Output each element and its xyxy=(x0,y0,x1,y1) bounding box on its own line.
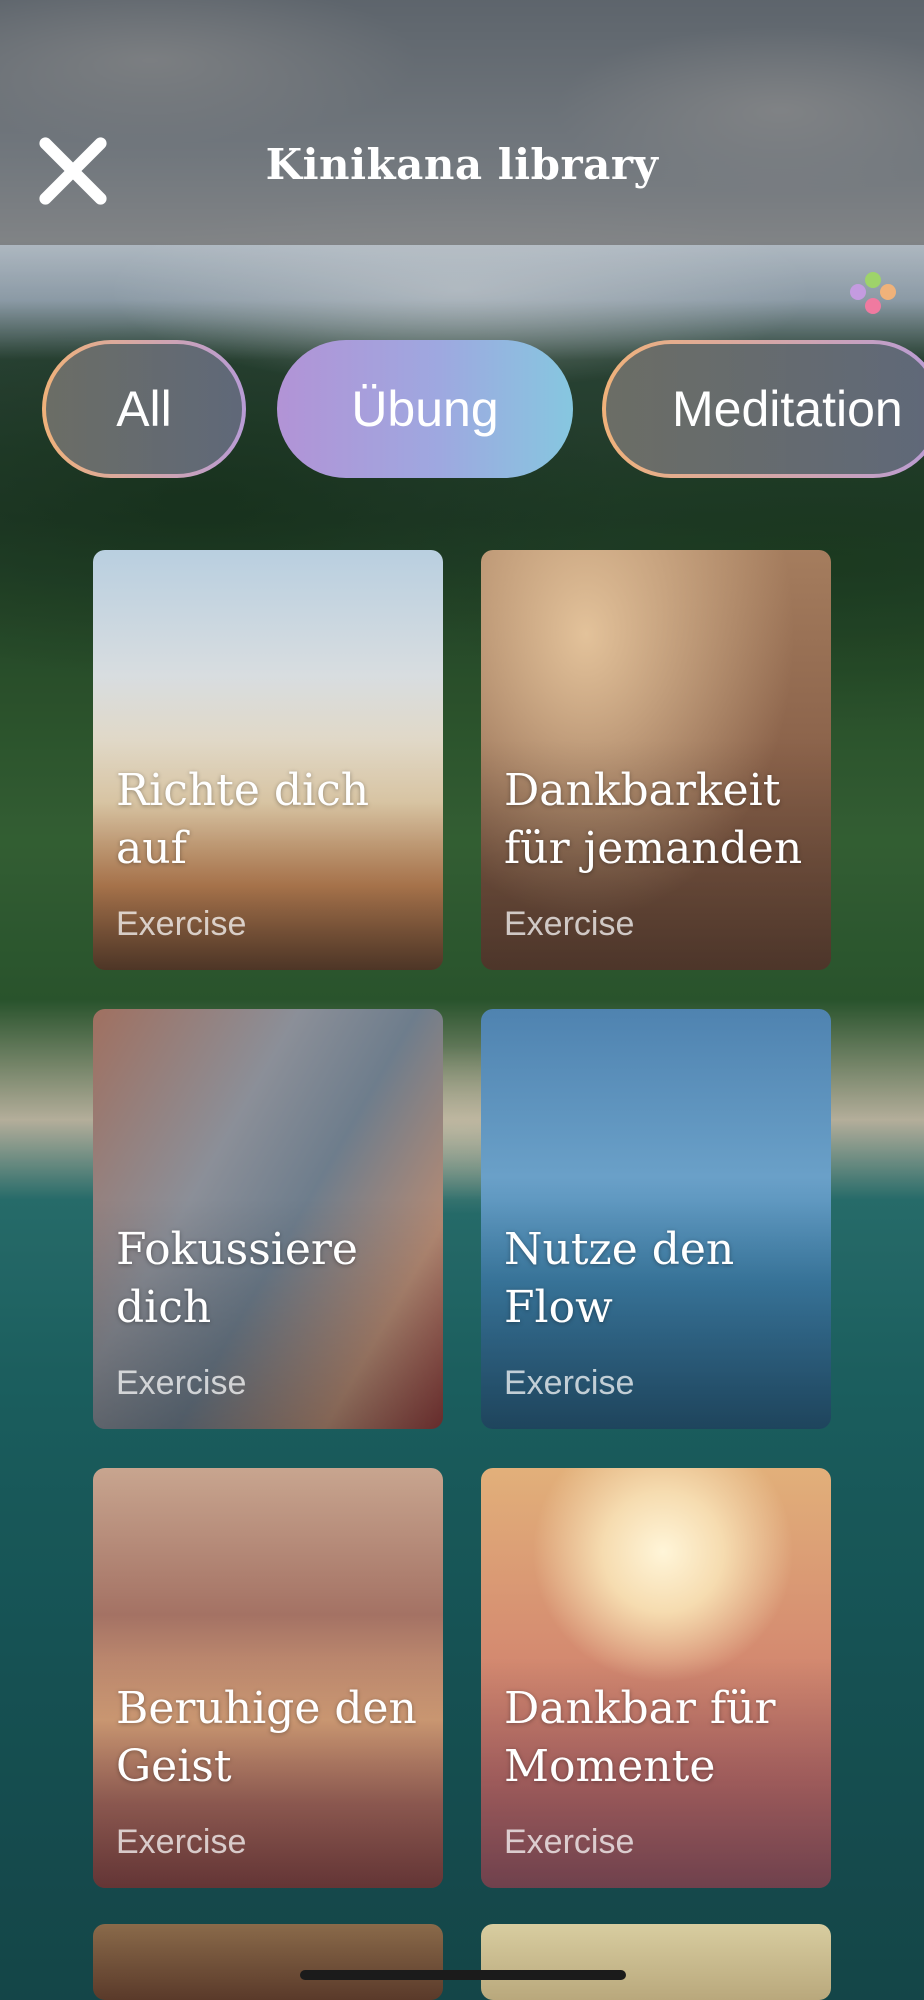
card-title: Richte dich auf xyxy=(116,765,370,874)
filter-chip-meditation[interactable]: Meditation xyxy=(602,340,924,478)
library-card[interactable]: Fokussiere dich Exercise xyxy=(93,1009,443,1429)
filter-chip-all[interactable]: All xyxy=(42,340,246,478)
library-card-partial[interactable] xyxy=(481,1924,831,2000)
filter-chip-label: Meditation xyxy=(672,381,903,437)
card-subtitle: Exercise xyxy=(116,905,247,943)
card-subtitle: Exercise xyxy=(116,1364,247,1402)
filter-chip-ubung[interactable]: Übung xyxy=(277,340,573,478)
filter-chip-row: All Übung Meditation xyxy=(0,338,924,482)
home-indicator xyxy=(300,1970,626,1980)
header-bar: Kinikana library xyxy=(0,0,924,245)
app-logo-icon xyxy=(848,270,898,320)
card-title: Dankbarkeit für jemanden xyxy=(504,765,803,874)
card-subtitle: Exercise xyxy=(504,1364,635,1402)
library-card[interactable]: Dankbarkeit für jemanden Exercise xyxy=(481,550,831,970)
card-title: Beruhige den Geist xyxy=(116,1683,417,1792)
card-title: Fokussiere dich xyxy=(116,1224,358,1333)
filter-chip-label: Übung xyxy=(351,381,499,437)
library-card[interactable]: Nutze den Flow Exercise xyxy=(481,1009,831,1429)
library-card[interactable]: Richte dich auf Exercise xyxy=(93,550,443,970)
card-subtitle: Exercise xyxy=(116,1823,247,1861)
page-title: Kinikana library xyxy=(265,140,659,189)
library-card[interactable]: Dankbar für Momente Exercise xyxy=(481,1468,831,1888)
filter-chip-label: All xyxy=(116,381,172,437)
card-subtitle: Exercise xyxy=(504,905,635,943)
library-card-partial[interactable] xyxy=(93,1924,443,2000)
card-subtitle: Exercise xyxy=(504,1823,635,1861)
card-title: Dankbar für Momente xyxy=(504,1683,776,1792)
card-title: Nutze den Flow xyxy=(504,1224,735,1333)
library-card[interactable]: Beruhige den Geist Exercise xyxy=(93,1468,443,1888)
